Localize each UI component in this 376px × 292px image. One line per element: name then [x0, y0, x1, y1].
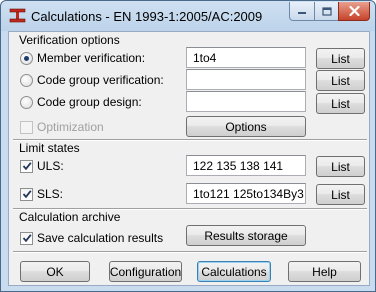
checkbox-checked-icon	[20, 187, 33, 201]
member-verification-label: Member verification:	[37, 51, 146, 65]
uls-input[interactable]: 122 135 138 141	[186, 155, 306, 176]
member-verification-radio[interactable]: Member verification:	[20, 51, 145, 65]
maximize-icon	[321, 6, 332, 16]
uls-list-button[interactable]: List	[316, 156, 365, 177]
sls-input[interactable]: 1to121 125to134By3	[186, 183, 306, 204]
code-group-verification-radio[interactable]: Code group verification:	[20, 73, 164, 87]
sls-list-button[interactable]: List	[316, 184, 365, 205]
maximize-button[interactable]	[314, 2, 339, 21]
calculations-dialog: Calculations - EN 1993-1:2005/AC:2009 Ve…	[0, 0, 376, 292]
calculations-button[interactable]: Calculations	[197, 261, 271, 282]
code-group-design-label: Code group design:	[37, 95, 142, 109]
minimize-button[interactable]	[289, 2, 315, 21]
verification-options-title: Verification options	[19, 33, 120, 47]
sls-checkbox[interactable]: SLS:	[20, 187, 63, 201]
close-icon	[348, 6, 360, 16]
limit-states-title: Limit states	[19, 141, 80, 155]
code-group-design-input[interactable]	[186, 91, 306, 112]
dialog-body: Verification options Member verification…	[8, 31, 370, 286]
checkbox-disabled-icon	[20, 120, 33, 134]
member-verification-input[interactable]: 1to4	[186, 47, 306, 68]
sls-label: SLS:	[37, 187, 64, 201]
divider	[13, 251, 367, 253]
radio-checked-icon	[20, 51, 33, 65]
checkbox-checked-icon	[20, 159, 33, 173]
code-group-design-radio[interactable]: Code group design:	[20, 95, 142, 109]
close-button[interactable]	[338, 2, 370, 21]
optimization-label: Optimization	[37, 120, 104, 134]
code-group-verification-label: Code group verification:	[37, 73, 164, 87]
i-beam-app-icon	[9, 8, 26, 23]
title-bar[interactable]: Calculations - EN 1993-1:2005/AC:2009	[1, 1, 375, 31]
code-group-design-list-button[interactable]: List	[316, 93, 365, 114]
uls-checkbox[interactable]: ULS:	[20, 159, 64, 173]
radio-unchecked-icon	[20, 95, 33, 109]
save-results-label: Save calculation results	[37, 231, 164, 245]
optimization-checkbox[interactable]: Optimization	[20, 120, 104, 134]
minimize-icon	[298, 12, 306, 14]
member-list-button[interactable]: List	[316, 48, 365, 69]
uls-label: ULS:	[37, 159, 64, 173]
save-results-checkbox[interactable]: Save calculation results	[20, 231, 163, 245]
checkbox-checked-icon	[20, 231, 33, 245]
help-button[interactable]: Help	[288, 261, 361, 282]
code-group-verification-input[interactable]	[186, 69, 306, 90]
code-group-verification-list-button[interactable]: List	[316, 70, 365, 91]
configuration-button[interactable]: Configuration	[109, 261, 182, 282]
ok-button[interactable]: OK	[20, 261, 90, 282]
results-storage-button[interactable]: Results storage	[186, 225, 306, 246]
radio-unchecked-icon	[20, 73, 33, 87]
window-title: Calculations - EN 1993-1:2005/AC:2009	[31, 9, 263, 24]
options-button[interactable]: Options	[186, 116, 306, 137]
calculation-archive-title: Calculation archive	[19, 210, 121, 224]
